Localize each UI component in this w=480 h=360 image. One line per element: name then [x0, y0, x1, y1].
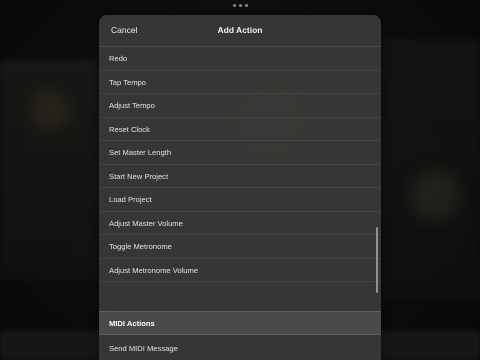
list-item[interactable]: Adjust Metronome Volume — [99, 259, 381, 282]
list-item[interactable]: Load Project — [99, 188, 381, 212]
sheet-header: Cancel Add Action — [99, 15, 381, 47]
list-item[interactable]: Toggle Metronome — [99, 235, 381, 259]
list-item[interactable]: Adjust Master Volume — [99, 212, 381, 235]
list-item[interactable]: Start New Project — [99, 165, 381, 188]
app-screen: Cancel Add Action Redo Tap Tempo Adjust … — [0, 0, 480, 360]
background-glow — [410, 170, 460, 220]
action-list: Redo Tap Tempo Adjust Tempo Reset Clock … — [99, 47, 381, 282]
midi-actions-section-header: MIDI Actions — [99, 311, 381, 335]
list-item[interactable]: Set Master Length — [99, 141, 381, 165]
list-item[interactable]: Redo — [99, 47, 381, 71]
list-item[interactable]: Tap Tempo — [99, 71, 381, 94]
scrollbar[interactable] — [376, 227, 378, 293]
list-item[interactable]: Send MIDI Message — [99, 337, 381, 360]
background-glow — [30, 90, 70, 130]
more-icon[interactable] — [233, 4, 248, 7]
sheet-title: Add Action — [217, 25, 263, 35]
add-action-sheet: Cancel Add Action Redo Tap Tempo Adjust … — [99, 15, 381, 360]
list-item[interactable]: Reset Clock — [99, 118, 381, 141]
list-item[interactable]: Adjust Tempo — [99, 94, 381, 118]
